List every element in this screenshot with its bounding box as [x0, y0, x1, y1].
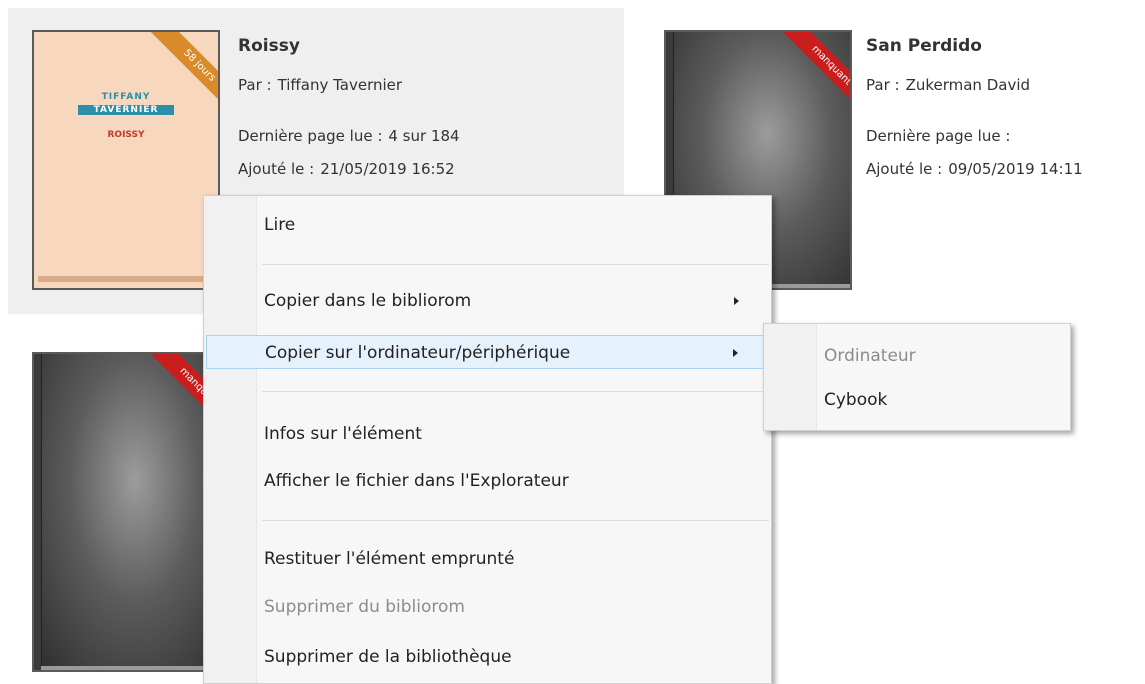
- submenu-arrow-icon: [733, 349, 738, 357]
- menu-separator: [262, 391, 769, 392]
- menu-item-delete-bibliorom: Supprimer du bibliorom: [264, 597, 465, 617]
- menu-item-show-in-explorer[interactable]: Afficher le fichier dans l'Explorateur: [206, 464, 769, 498]
- book-title: Roissy: [238, 36, 300, 56]
- book-author: Tiffany Tavernier: [277, 76, 403, 94]
- book-author-row: Par : Zukerman David: [866, 76, 1030, 94]
- book-cover-roissy[interactable]: 58 jours TIFFANY TAVERNIER ROISSY: [32, 30, 220, 290]
- cover-title: ROISSY: [107, 130, 145, 140]
- submenu-arrow-icon: [734, 297, 739, 305]
- menu-item-read[interactable]: Lire: [206, 208, 769, 242]
- book-cover-placeholder[interactable]: manquant: [32, 352, 220, 672]
- cover-author-last: TAVERNIER: [78, 105, 174, 115]
- book-added: 09/05/2019 14:11: [948, 160, 1083, 178]
- menu-separator: [262, 264, 769, 265]
- book-lastpage: 4 sur 184: [388, 127, 460, 145]
- lastpage-label: Dernière page lue :: [238, 127, 383, 145]
- book-added-row: Ajouté le : 09/05/2019 14:11: [866, 160, 1083, 178]
- book-added: 21/05/2019 16:52: [320, 160, 455, 178]
- menu-item-copy-bibliorom[interactable]: Copier dans le bibliorom: [206, 284, 769, 318]
- menu-separator: [262, 520, 769, 521]
- author-label: Par :: [238, 76, 272, 94]
- author-label: Par :: [866, 76, 900, 94]
- added-label: Ajouté le :: [866, 160, 943, 178]
- book-lastpage-row: Dernière page lue : 4 sur 184: [238, 127, 460, 145]
- menu-item-copy-device[interactable]: Copier sur l'ordinateur/périphérique: [206, 335, 769, 369]
- cover-author-first: TIFFANY: [101, 92, 151, 102]
- book-author-row: Par : Tiffany Tavernier: [238, 76, 402, 94]
- copy-device-submenu: Ordinateur Cybook: [763, 323, 1071, 431]
- missing-ribbon: manquant: [774, 32, 850, 123]
- book-title: San Perdido: [866, 36, 982, 56]
- book-author: Zukerman David: [905, 76, 1031, 94]
- menu-item-return-borrowed[interactable]: Restituer l'élément emprunté: [206, 542, 769, 576]
- added-label: Ajouté le :: [238, 160, 315, 178]
- cover-publisher-bar: [38, 276, 214, 282]
- submenu-item-cybook[interactable]: Cybook: [766, 383, 1068, 417]
- submenu-item-computer: Ordinateur: [824, 346, 916, 366]
- lastpage-label: Dernière page lue :: [866, 127, 1011, 145]
- menu-item-item-info[interactable]: Infos sur l'élément: [206, 417, 769, 451]
- book-added-row: Ajouté le : 21/05/2019 16:52: [238, 160, 455, 178]
- menu-item-delete-library[interactable]: Supprimer de la bibliothèque: [206, 640, 769, 674]
- context-menu: Lire Copier dans le bibliorom Copier sur…: [203, 195, 772, 684]
- book-lastpage-row: Dernière page lue :: [866, 127, 1016, 145]
